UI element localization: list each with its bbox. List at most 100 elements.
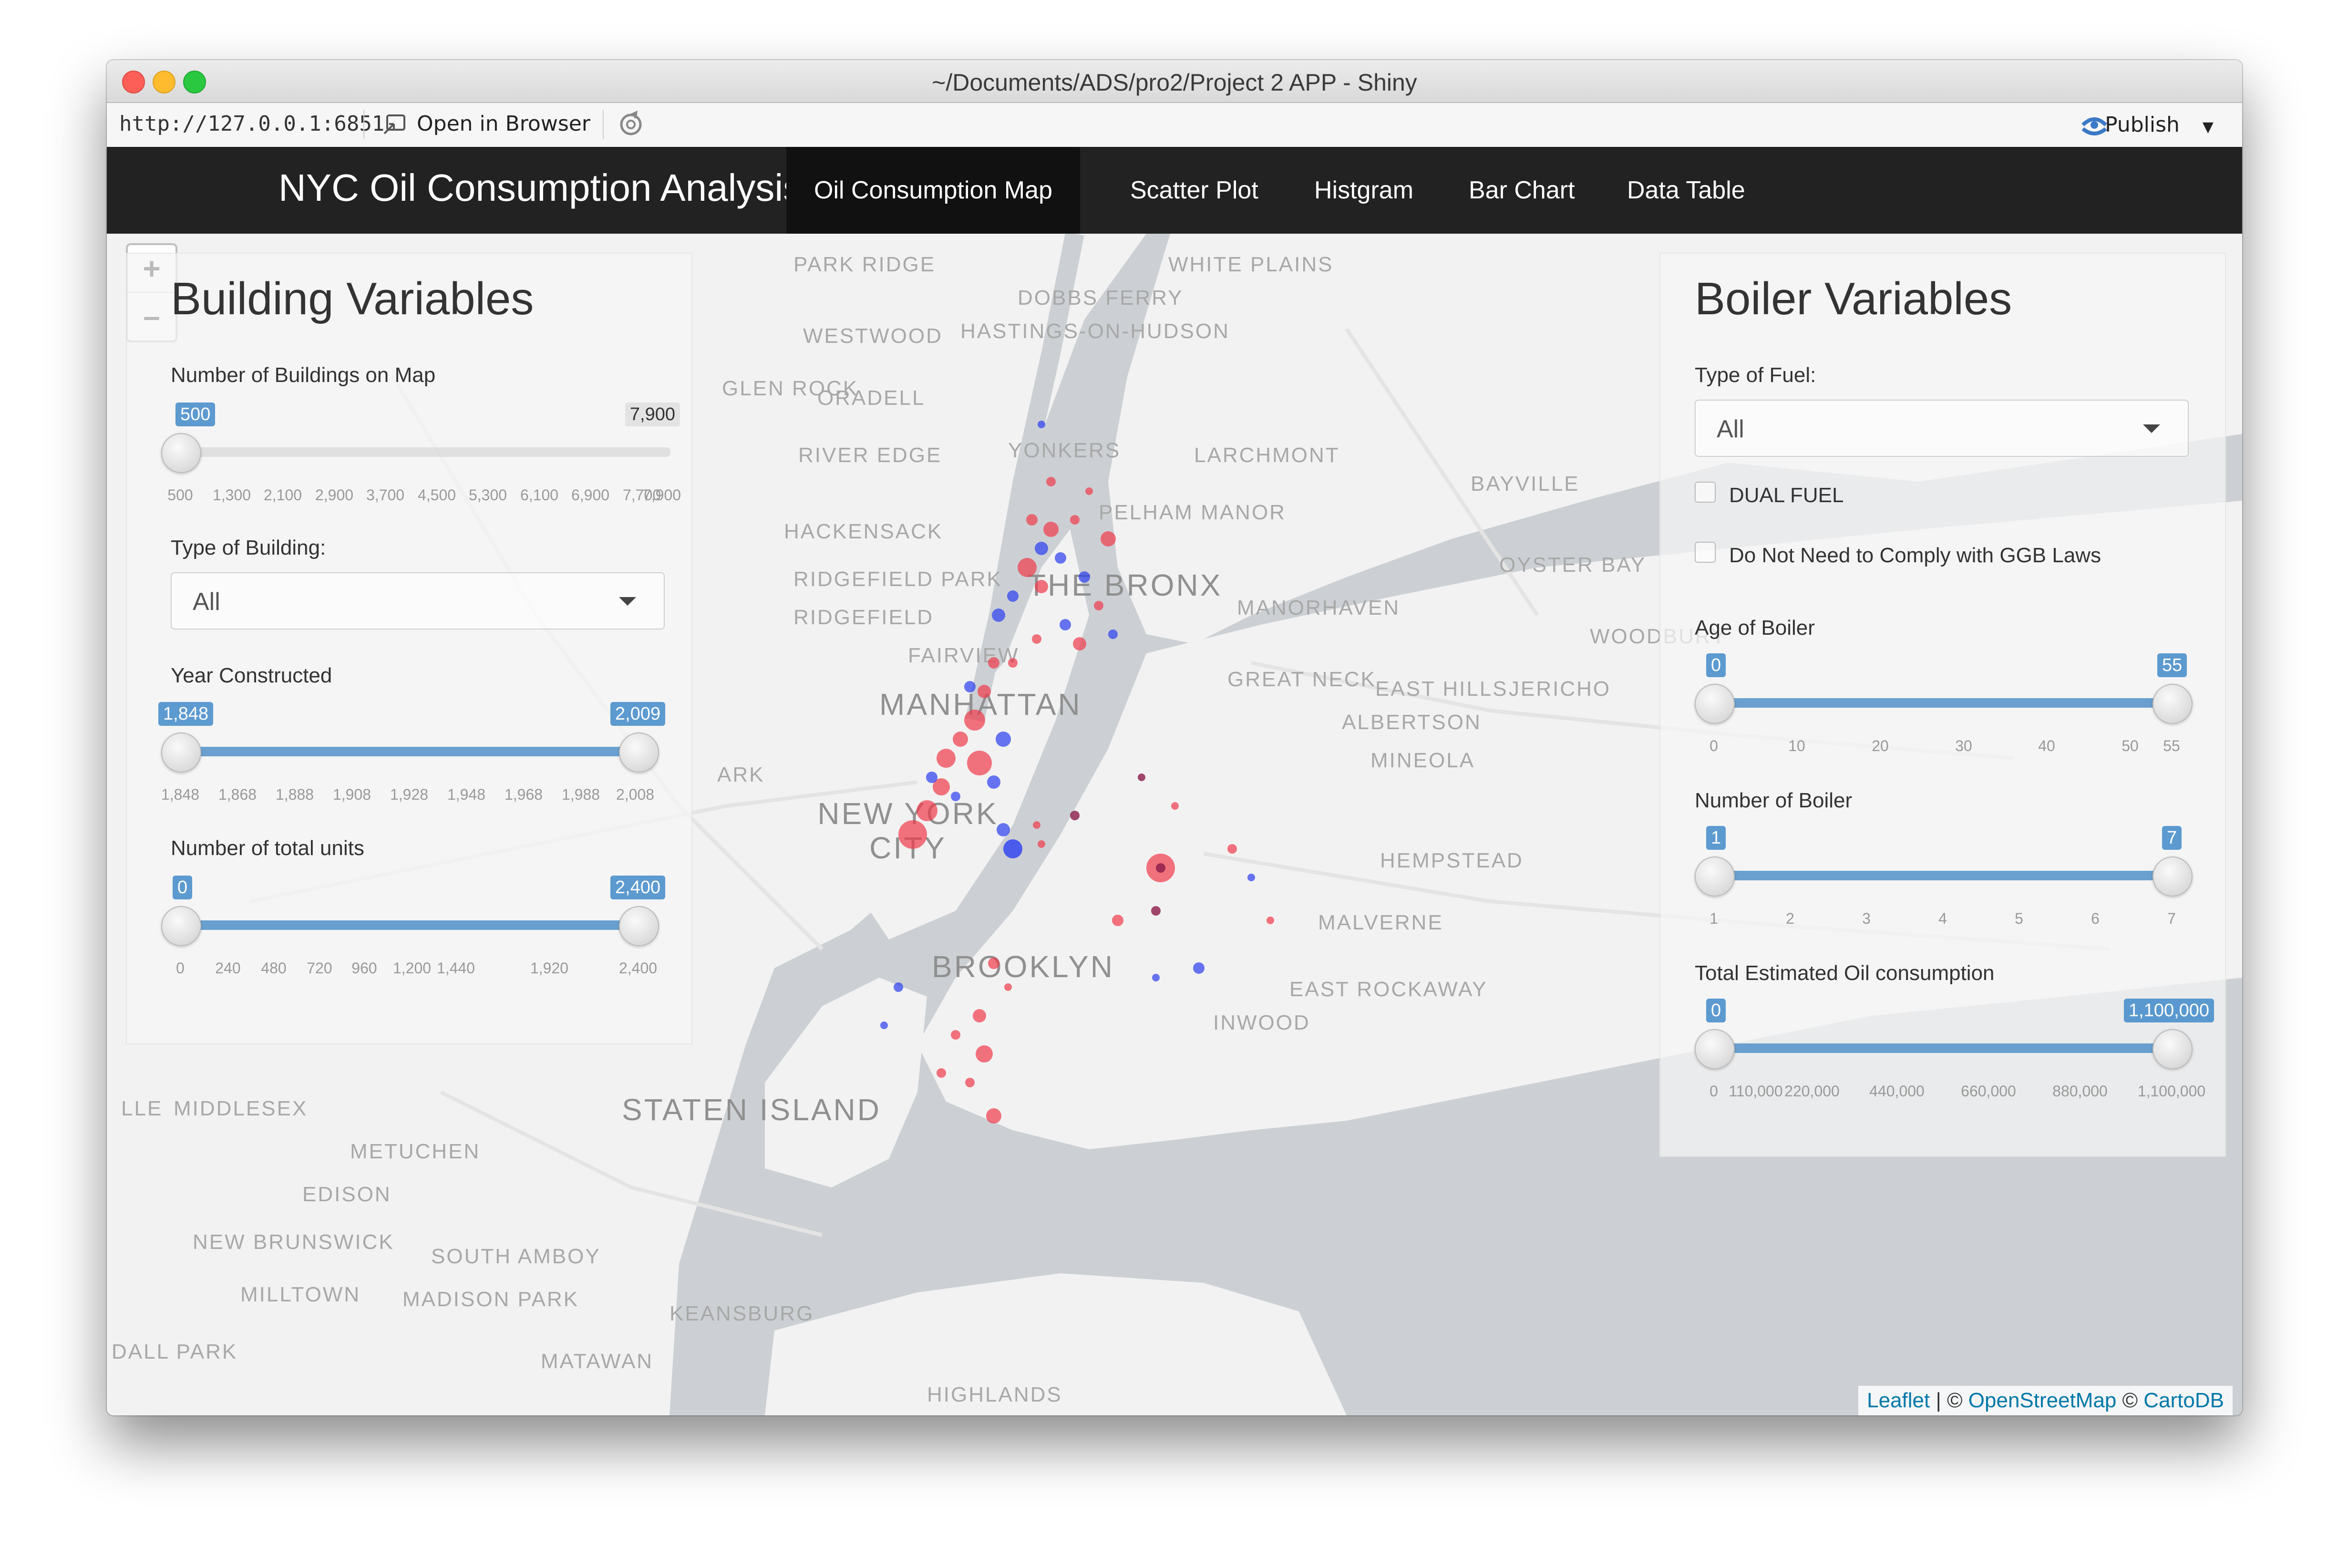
publish-button[interactable]: Publish ▼ — [2105, 113, 2214, 137]
title-bar: ~/Documents/ADS/pro2/Project 2 APP - Shi… — [107, 60, 2242, 103]
age-of-boiler-label: Age of Boiler — [1695, 616, 1815, 640]
tick-label: 110,000 — [1729, 1083, 1783, 1100]
tick-label: 5,300 — [468, 486, 507, 504]
chevron-down-icon: ▼ — [2202, 119, 2214, 135]
ggb-laws-label: Do Not Need to Comply with GGB Laws — [1729, 544, 2101, 567]
map-label: KEANSBURG — [669, 1302, 814, 1325]
tab-scatter-plot[interactable]: Scatter Plot — [1102, 147, 1286, 234]
num-boiler-label: Number of Boiler — [1695, 789, 1853, 812]
cartodb-link[interactable]: CartoDB — [2143, 1389, 2224, 1412]
map-label: MANORHAVEN — [1237, 596, 1401, 619]
building-type-value: All — [193, 588, 220, 616]
app-brand[interactable]: NYC Oil Consumption Analysis — [278, 166, 802, 210]
map-label: LARCHMONT — [1194, 444, 1340, 467]
publish-label: Publish — [2105, 113, 2180, 137]
tick-label: 240 — [215, 959, 241, 977]
tick-label: 6,900 — [571, 486, 610, 504]
fuel-type-value: All — [1717, 415, 1744, 443]
dual-fuel-checkbox[interactable] — [1695, 482, 1716, 503]
map-label: HIGHLANDS — [927, 1383, 1062, 1406]
boiler-variables-panel: Boiler Variables Type of Fuel: All DUAL … — [1659, 253, 2226, 1157]
map-label: HASTINGS-ON-HUDSON — [960, 320, 1230, 343]
map-label: INWOOD — [1213, 1011, 1310, 1034]
ggb-laws-checkbox[interactable] — [1695, 542, 1716, 563]
tick-label: 6,100 — [520, 486, 559, 504]
tick-label: 3,700 — [366, 486, 405, 504]
map-label: SOUTH AMBOY — [431, 1245, 601, 1268]
tick-label: 1,920 — [530, 959, 569, 977]
tick-label: 720 — [307, 959, 332, 977]
tick-label: 1,928 — [390, 786, 429, 803]
tick-label: 1,908 — [332, 786, 371, 803]
age-of-boiler-ticks: 0 10 20 30 40 50 55 — [1710, 655, 2180, 770]
tick-label: 6 — [2091, 910, 2100, 927]
tick-label: 4,500 — [417, 486, 456, 504]
tick-label: 7 — [2167, 910, 2176, 927]
tick-label: 2,100 — [263, 486, 302, 504]
map-label: MALVERNE — [1318, 911, 1443, 934]
map-label: WESTWOOD — [803, 324, 943, 348]
tick-label: 5 — [2015, 910, 2023, 927]
num-buildings-ticks: 500 1,300 2,100 2,900 3,700 4,500 5,300 … — [167, 404, 681, 519]
map-label: PARK RIDGE — [793, 253, 936, 276]
num-boiler-ticks: 1 2 3 4 5 6 7 — [1710, 828, 2176, 942]
tick-label: 40 — [2038, 737, 2055, 754]
tab-data-table[interactable]: Data Table — [1599, 147, 1773, 234]
tab-histgram[interactable]: Histgram — [1287, 147, 1441, 234]
building-variables-panel: Building Variables Number of Buildings o… — [126, 253, 692, 1044]
tick-label: 960 — [351, 959, 377, 977]
map-label-staten-island: STATEN ISLAND — [622, 1093, 881, 1127]
map-label: PELHAM MANOR — [1099, 501, 1286, 524]
building-panel-title: Building Variables — [171, 273, 534, 324]
map-label: YONKERS — [1008, 439, 1121, 462]
app-window: ~/Documents/ADS/pro2/Project 2 APP - Shi… — [107, 60, 2242, 1415]
map-label: ALBERTSON — [1342, 711, 1482, 734]
map-label: BAYVILLE — [1471, 472, 1580, 495]
tick-label: 480 — [261, 959, 287, 977]
tick-label: 1,100,000 — [2137, 1083, 2206, 1100]
tick-label: 2,900 — [315, 486, 354, 504]
tab-bar-chart[interactable]: Bar Chart — [1441, 147, 1603, 234]
tick-label: 4 — [1938, 910, 1947, 927]
attribution-separator: | © — [1930, 1389, 1968, 1412]
map-label: FAIRVIEW — [908, 644, 1020, 667]
map-label: LLE — [121, 1097, 163, 1120]
total-units-ticks: 0 240 480 720 960 1,200 1,440 1,920 2,40… — [176, 877, 657, 992]
map-label: MATAWAN — [541, 1350, 654, 1373]
tick-label: 0 — [1710, 737, 1718, 754]
map-label: EAST ROCKAWAY — [1289, 978, 1488, 1001]
leaflet-map[interactable]: PARK RIDGE WHITE PLAINS DOBBS FERRY HAST… — [107, 234, 2242, 1415]
map-label-brooklyn: BROOKLYN — [932, 949, 1114, 984]
map-label: MIDDLESEX — [174, 1097, 308, 1120]
tick-label: 1,848 — [161, 786, 200, 803]
refresh-icon[interactable] — [617, 111, 645, 138]
map-label: GREAT NECK — [1227, 668, 1376, 691]
oil-consumption-label: Total Estimated Oil consumption — [1695, 961, 1995, 985]
year-constructed-ticks: 1,848 1,868 1,888 1,908 1,928 1,948 1,96… — [161, 704, 654, 818]
toolbar-divider — [363, 110, 364, 139]
tick-label: 30 — [1955, 737, 1972, 754]
map-label: DOBBS FERRY — [1018, 286, 1184, 309]
tick-label: 50 — [2121, 737, 2139, 754]
fuel-type-select[interactable]: All — [1695, 400, 2189, 457]
building-type-select[interactable]: All — [171, 572, 665, 629]
map-label: HEMPSTEAD — [1380, 849, 1524, 872]
tick-label: 660,000 — [1961, 1083, 2016, 1100]
open-in-browser-button[interactable]: Open in Browser — [417, 112, 590, 136]
tick-label: 2,008 — [616, 786, 655, 803]
tick-label: 1 — [1710, 910, 1718, 927]
map-label-manhattan: MANHATTAN — [879, 687, 1082, 722]
tick-label: 2 — [1786, 910, 1794, 927]
openstreetmap-link[interactable]: OpenStreetMap — [1968, 1389, 2117, 1412]
tick-label: 1,300 — [212, 486, 251, 504]
tab-oil-consumption-map[interactable]: Oil Consumption Map — [786, 147, 1080, 234]
url-display[interactable]: http://127.0.0.1:6851 — [119, 112, 384, 136]
viewer-toolbar: http://127.0.0.1:6851 Open in Browser Pu… — [107, 103, 2242, 148]
map-attribution: Leaflet | © OpenStreetMap © CartoDB — [1858, 1386, 2233, 1415]
map-label: MINEOLA — [1370, 749, 1475, 772]
leaflet-link[interactable]: Leaflet — [1867, 1389, 1930, 1412]
tick-label: 220,000 — [1784, 1083, 1840, 1100]
total-units-label: Number of total units — [171, 836, 364, 860]
map-label: MILLTOWN — [240, 1283, 361, 1306]
attribution-separator: © — [2116, 1389, 2144, 1412]
